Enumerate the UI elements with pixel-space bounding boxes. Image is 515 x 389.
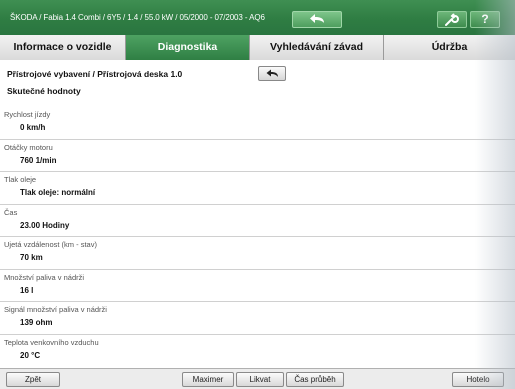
item-value: 760 1/min	[20, 155, 57, 165]
back-arrow-icon	[310, 14, 324, 23]
item-value: 16 l	[20, 285, 34, 295]
tab-diagnostics[interactable]: Diagnostika	[126, 35, 250, 60]
item-label: Teplota venkovního vzduchu	[4, 337, 99, 347]
tab-bar: Informace o vozidle Diagnostika Vyhledáv…	[0, 35, 515, 60]
item-label: Signál množství paliva v nádrži	[4, 305, 107, 314]
item-value: 70 km	[20, 253, 43, 262]
item-value: Tlak oleje: normální	[20, 188, 96, 197]
list-item: Množství paliva v nádrži 16 l	[0, 270, 515, 302]
time-lapse-button[interactable]: Čas průběh	[286, 372, 344, 387]
back-footer-button[interactable]: Zpět	[6, 372, 60, 387]
title-bar: ŠKODA / Fabia 1.4 Combi / 6Y5 / 1.4 / 55…	[0, 0, 515, 35]
breadcrumb: Přístrojové vybavení / Přístrojová deska…	[7, 69, 183, 79]
item-label: Čas	[4, 207, 18, 217]
item-value: 23.00 Hodiny	[20, 220, 70, 230]
item-value: 20 °C	[20, 350, 41, 360]
tab-maintenance[interactable]: Údržba	[384, 35, 515, 60]
wrench-button[interactable]	[437, 11, 467, 28]
item-label: Otáčky motoru	[4, 142, 53, 152]
tab-vehicle-info[interactable]: Informace o vozidle	[0, 35, 126, 60]
item-label: Množství paliva v nádrži	[4, 272, 85, 282]
item-label: Tlak oleje	[4, 175, 37, 184]
return-arrow-icon	[266, 69, 278, 77]
list-item: Rychlost jízdy 0 km/h	[0, 107, 515, 140]
main-panel: Přístrojové vybavení / Přístrojová deska…	[0, 60, 515, 368]
list-item: Tlak oleje Tlak oleje: normální	[0, 172, 515, 205]
tab-fault-finding[interactable]: Vyhledávání závad	[250, 35, 384, 60]
list-item: Otáčky motoru 760 1/min	[0, 140, 515, 172]
list-item: Čas 23.00 Hodiny	[0, 205, 515, 237]
list-item: Ujetá vzdálenost (km - stav) 70 km	[0, 237, 515, 270]
wrench-icon	[445, 13, 459, 26]
return-button[interactable]	[258, 66, 286, 81]
next-button[interactable]: Hotelo	[452, 372, 504, 387]
values-list: Rychlost jízdy 0 km/h Otáčky motoru 760 …	[0, 107, 515, 367]
page-subtitle: Skutečné hodnoty	[7, 86, 81, 96]
help-button[interactable]: ?	[470, 11, 500, 28]
back-button[interactable]	[292, 11, 342, 28]
item-label: Ujetá vzdálenost (km - stav)	[4, 240, 97, 249]
item-value: 0 km/h	[20, 123, 46, 132]
list-item: Signál množství paliva v nádrži 139 ohm	[0, 302, 515, 335]
item-label: Rychlost jízdy	[4, 110, 51, 119]
list-item: Teplota venkovního vzduchu 20 °C	[0, 335, 515, 368]
help-label: ?	[481, 12, 489, 26]
vehicle-title: ŠKODA / Fabia 1.4 Combi / 6Y5 / 1.4 / 55…	[10, 13, 265, 22]
print-button[interactable]: Likvat	[236, 372, 284, 387]
maximize-button[interactable]: Maximer	[182, 372, 234, 387]
bottom-toolbar: Zpět Maximer Likvat Čas průběh Hotelo	[0, 368, 515, 389]
item-value: 139 ohm	[20, 318, 53, 327]
